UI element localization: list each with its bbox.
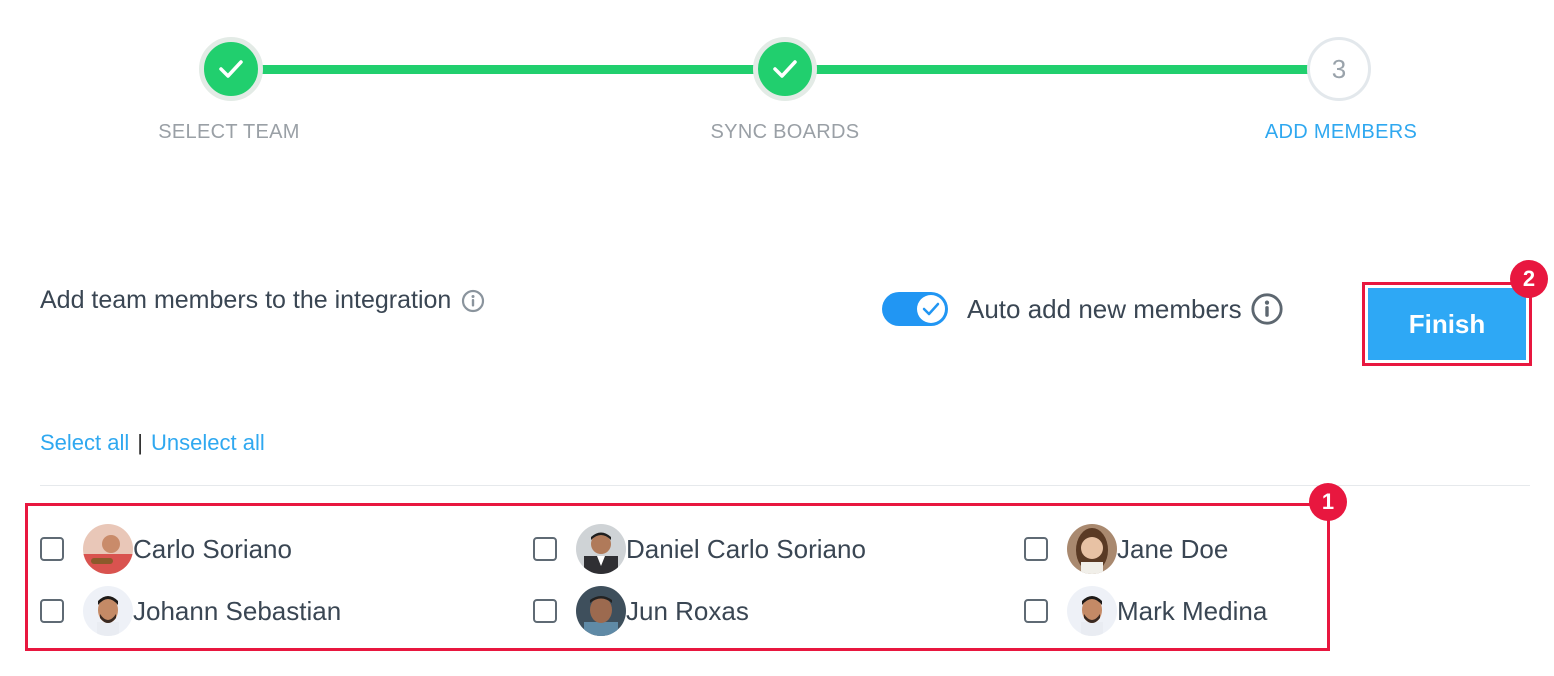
member-item[interactable]: Jun Roxas: [533, 585, 749, 637]
avatar: [1067, 586, 1117, 636]
step-label-select-team: SELECT TEAM: [158, 121, 300, 143]
member-item[interactable]: Mark Medina: [1024, 585, 1267, 637]
step-label-sync-boards: SYNC BOARDS: [710, 121, 860, 143]
info-icon[interactable]: [461, 289, 485, 313]
member-item[interactable]: Johann Sebastian: [40, 585, 341, 637]
finish-button[interactable]: Finish: [1368, 288, 1526, 360]
member-checkbox[interactable]: [533, 599, 557, 623]
member-name: Daniel Carlo Soriano: [626, 533, 866, 564]
member-item[interactable]: Daniel Carlo Soriano: [533, 523, 866, 575]
unselect-all-link[interactable]: Unselect all: [151, 430, 265, 455]
member-name: Jun Roxas: [626, 595, 749, 626]
selection-links: Select all | Unselect all: [40, 430, 265, 456]
member-checkbox[interactable]: [40, 537, 64, 561]
member-checkbox[interactable]: [40, 599, 64, 623]
avatar: [83, 524, 133, 574]
step-1-complete-icon: [199, 37, 263, 101]
annotation-badge-1: 1: [1309, 483, 1347, 521]
step-3-number: 3: [1307, 37, 1371, 101]
avatar: [576, 524, 626, 574]
progress-stepper: 3 SELECT TEAM SYNC BOARDS ADD MEMBERS: [0, 0, 1554, 160]
section-title-text: Add team members to the integration: [40, 286, 452, 314]
toggle-check-icon: [917, 295, 945, 323]
stepper-track-1: [232, 65, 785, 74]
member-item[interactable]: Jane Doe: [1024, 523, 1228, 575]
member-checkbox[interactable]: [1024, 599, 1048, 623]
member-checkbox[interactable]: [1024, 537, 1048, 561]
section-title: Add team members to the integration: [40, 286, 485, 315]
auto-add-label-text: Auto add new members: [967, 293, 1242, 324]
divider: [40, 485, 1530, 486]
step-2-complete-icon: [753, 37, 817, 101]
avatar: [576, 586, 626, 636]
annotation-badge-2: 2: [1510, 260, 1548, 298]
member-checkbox[interactable]: [533, 537, 557, 561]
step-label-add-members: ADD MEMBERS: [1264, 121, 1418, 143]
auto-add-info-icon[interactable]: [1250, 292, 1284, 326]
link-separator: |: [137, 430, 143, 455]
member-name: Jane Doe: [1117, 533, 1229, 564]
member-name: Carlo Soriano: [133, 533, 292, 564]
member-name: Johann Sebastian: [133, 595, 342, 626]
member-item[interactable]: Carlo Soriano: [40, 523, 292, 575]
select-all-link[interactable]: Select all: [40, 430, 129, 455]
avatar: [1067, 524, 1117, 574]
stepper-track-2: [785, 65, 1340, 74]
auto-add-label: Auto add new members: [967, 292, 1284, 326]
auto-add-toggle[interactable]: [882, 292, 948, 326]
member-name: Mark Medina: [1117, 595, 1268, 626]
avatar: [83, 586, 133, 636]
